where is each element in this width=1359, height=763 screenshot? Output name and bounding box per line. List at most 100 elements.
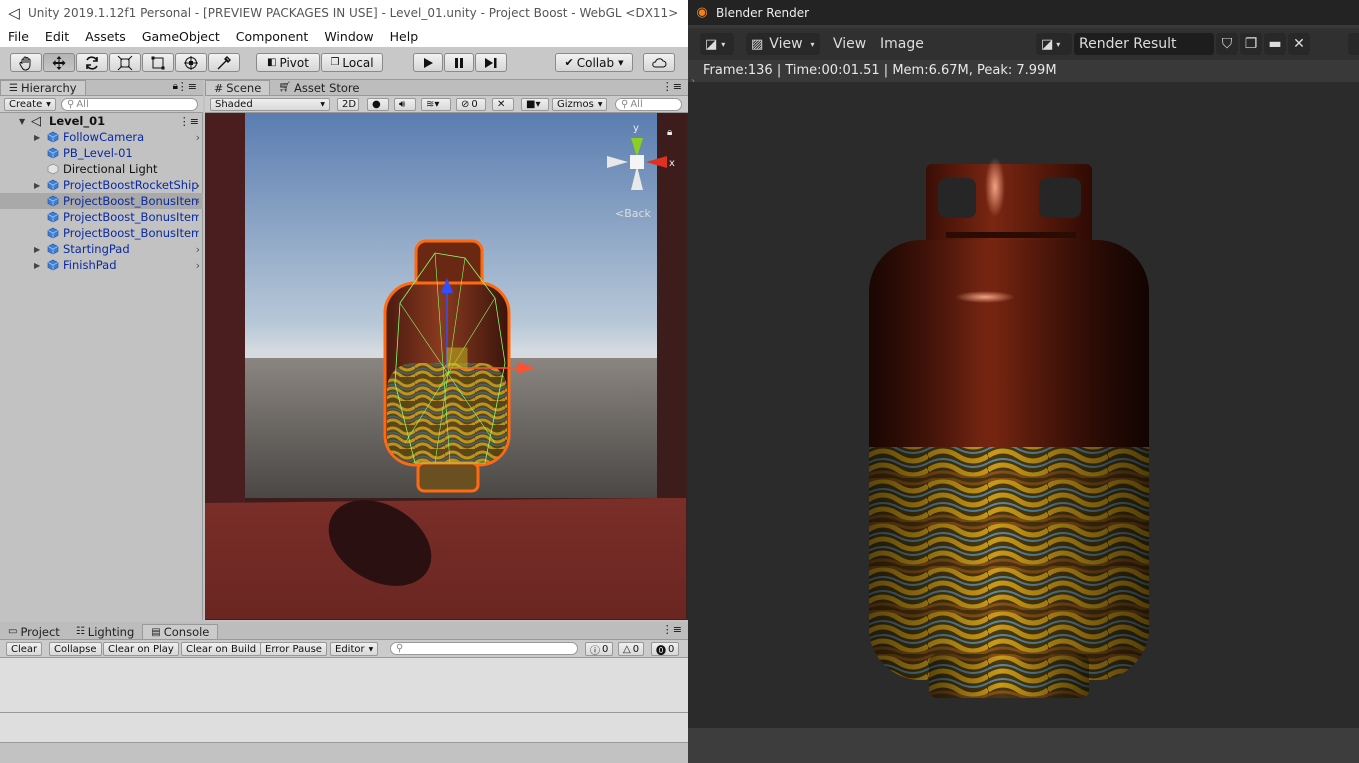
chevron-right-icon[interactable]: ›: [196, 243, 200, 256]
move-tool-icon[interactable]: [43, 53, 75, 72]
tab-scene[interactable]: # Scene: [205, 80, 271, 95]
menu-edit[interactable]: Edit: [37, 29, 77, 44]
error-pause-button[interactable]: Error Pause: [260, 642, 327, 656]
menu-gameobject[interactable]: GameObject: [134, 29, 228, 44]
hierarchy-item[interactable]: ProjectBoost_BonusItem: [0, 209, 203, 225]
error-filter-toggle[interactable]: ⓿ 0: [651, 642, 680, 657]
store-icon: 🛒︎: [278, 82, 291, 93]
slot-dropdown[interactable]: [1348, 33, 1359, 55]
custom-tool-icon[interactable]: [208, 53, 240, 72]
hand-tool-icon[interactable]: [10, 53, 42, 72]
pause-button[interactable]: [444, 53, 474, 72]
scene-root-row[interactable]: ▼ ◁ Level_01 ⋮≡: [0, 113, 203, 129]
hierarchy-item[interactable]: ProjectBoost_BonusItem: [0, 225, 203, 241]
view-mode-dropdown[interactable]: ▨ View ▾: [746, 33, 820, 55]
hierarchy-item[interactable]: ▶ StartingPad ›: [0, 241, 203, 257]
unlink-image-button[interactable]: ✕: [1288, 33, 1310, 55]
hidden-objects-toggle[interactable]: ⊘ 0: [456, 98, 486, 111]
gizmo-back-label[interactable]: <Back: [615, 207, 652, 220]
tab-project-label: Project: [20, 624, 60, 639]
hierarchy-item[interactable]: ProjectBoost_BonusItem ›: [0, 193, 203, 209]
panel-menu-icon[interactable]: ⋮≡: [662, 80, 682, 93]
scene-viewport[interactable]: y x <Back 🔒︎: [205, 113, 686, 619]
menu-help[interactable]: Help: [382, 29, 427, 44]
menu-assets[interactable]: Assets: [77, 29, 134, 44]
hierarchy-item[interactable]: PB_Level-01: [0, 145, 203, 161]
expand-arrow-icon[interactable]: ▶: [34, 181, 40, 190]
rotate-tool-icon[interactable]: [76, 53, 108, 72]
collab-dropdown[interactable]: ✔ Collab ▼: [555, 53, 633, 72]
close-icon: ✕: [1293, 36, 1305, 52]
effects-dropdown[interactable]: ≋▾: [421, 98, 451, 111]
blender-status-area: [688, 728, 1359, 763]
play-button[interactable]: [413, 53, 443, 72]
blender-window-title: Blender Render: [716, 5, 810, 20]
transform-tool-icon[interactable]: [175, 53, 207, 72]
cloud-button[interactable]: [643, 53, 675, 72]
open-image-button[interactable]: ▬: [1264, 33, 1286, 55]
clear-on-play-button[interactable]: Clear on Play: [103, 642, 179, 656]
menu-view[interactable]: View: [833, 33, 866, 55]
tab-lighting[interactable]: ☷ Lighting: [68, 624, 142, 639]
gizmos-dropdown[interactable]: Gizmos ▼: [552, 98, 607, 111]
chevron-down-icon: ▼: [618, 58, 624, 67]
chevron-down-icon: ▼: [368, 645, 374, 653]
expand-arrow-icon[interactable]: ▶: [34, 261, 40, 270]
create-dropdown[interactable]: Create ▼: [4, 98, 56, 111]
browse-image-dropdown[interactable]: ◪ ▾: [1036, 33, 1072, 55]
collapse-button[interactable]: Collapse: [49, 642, 102, 656]
image-name-field[interactable]: Render Result: [1074, 33, 1214, 55]
step-button[interactable]: [475, 53, 507, 72]
hierarchy-item[interactable]: ▶ ProjectBoostRocketShip ›: [0, 177, 203, 193]
audio-toggle-button[interactable]: 🔊︎: [394, 98, 416, 111]
render-result-canvas[interactable]: [688, 82, 1359, 728]
clear-on-build-button[interactable]: Clear on Build: [181, 642, 262, 656]
hierarchy-item[interactable]: ▶ FollowCamera ›: [0, 129, 203, 145]
gizmo-lock-icon[interactable]: 🔒︎: [667, 127, 672, 138]
info-filter-toggle[interactable]: ⓘ 0: [585, 642, 614, 657]
panel-menu-icon[interactable]: ⋮≡: [177, 80, 197, 93]
new-image-button[interactable]: ❐: [1240, 33, 1262, 55]
menu-image[interactable]: Image: [880, 33, 924, 55]
tab-project[interactable]: ▭ Project: [0, 624, 68, 639]
expand-arrow-icon[interactable]: ▶: [34, 245, 40, 254]
chevron-right-icon[interactable]: ›: [196, 179, 200, 192]
shading-mode-dropdown[interactable]: Shaded ▼: [210, 98, 330, 111]
console-search-input[interactable]: ⚲: [390, 642, 578, 655]
panel-menu-icon[interactable]: ⋮≡: [662, 623, 682, 636]
lighting-toggle-button[interactable]: ●: [367, 98, 389, 111]
menu-file[interactable]: File: [0, 29, 37, 44]
rect-tool-icon[interactable]: [142, 53, 174, 72]
menu-window[interactable]: Window: [316, 29, 381, 44]
pivot-toggle-button[interactable]: ◧ Pivot: [256, 53, 320, 72]
camera-dropdown[interactable]: ■▾: [521, 98, 549, 111]
tab-hierarchy[interactable]: ☰ Hierarchy: [0, 80, 86, 95]
scene-menu-icon[interactable]: ⋮≡: [179, 115, 199, 128]
hierarchy-item-label: ProjectBoost_BonusItem: [63, 210, 199, 224]
editor-dropdown[interactable]: Editor ▼: [330, 642, 379, 656]
scale-tool-icon[interactable]: [109, 53, 141, 72]
toggle-2d-button[interactable]: 2D: [337, 98, 359, 111]
hierarchy-search-input[interactable]: ⚲ All: [61, 98, 198, 111]
menu-component[interactable]: Component: [228, 29, 317, 44]
tab-console[interactable]: ▤ Console: [142, 624, 219, 639]
fake-user-button[interactable]: ⛉: [1216, 33, 1238, 55]
chevron-right-icon[interactable]: ›: [196, 195, 200, 208]
console-detail-area[interactable]: [0, 712, 688, 742]
chevron-right-icon[interactable]: ›: [196, 131, 200, 144]
expand-arrow-icon[interactable]: ▶: [34, 133, 40, 142]
scene-tools-button[interactable]: ✕: [492, 98, 514, 111]
step-icon: [485, 57, 497, 68]
prefab-cube-icon: [47, 259, 59, 271]
local-toggle-button[interactable]: ❒ Local: [321, 53, 383, 72]
hierarchy-item[interactable]: ▶ FinishPad ›: [0, 257, 203, 273]
editor-type-dropdown[interactable]: ◪ ▾: [700, 33, 734, 55]
tab-asset-store[interactable]: 🛒︎ Asset Store: [270, 80, 367, 95]
warning-filter-toggle[interactable]: △ 0: [618, 642, 645, 656]
toggle-2d-label: 2D: [342, 99, 357, 110]
clear-button[interactable]: Clear: [6, 642, 43, 656]
hierarchy-item[interactable]: Directional Light: [0, 161, 203, 177]
chevron-right-icon[interactable]: ›: [196, 259, 200, 272]
scene-search-input[interactable]: ⚲ All: [615, 98, 682, 111]
expand-arrow-icon[interactable]: ▼: [19, 117, 25, 126]
